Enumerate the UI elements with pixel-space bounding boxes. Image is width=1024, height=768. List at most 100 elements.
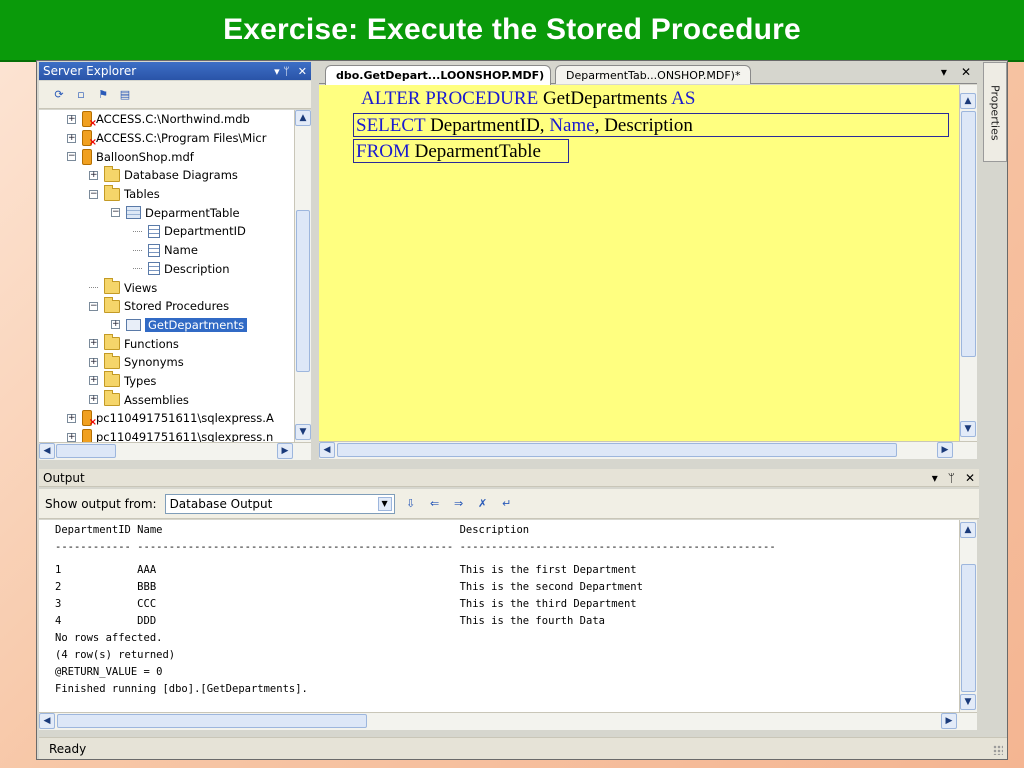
folder-icon <box>104 390 120 407</box>
server-explorer-toolbar: ⟳ ▫ ⚑ ▤ <box>39 81 311 109</box>
expand-icon[interactable]: + <box>89 357 98 367</box>
dropdown-arrow-icon[interactable]: ▼ <box>377 496 392 511</box>
tree-node[interactable]: + Database Diagrams <box>39 165 294 185</box>
expand-icon[interactable]: + <box>89 376 98 386</box>
tree-node-label: ACCESS.C:\Program Files\Micr <box>96 131 267 146</box>
tab-menu-icon[interactable]: ▾ <box>941 65 947 79</box>
scroll-down-icon[interactable]: ▼ <box>960 694 976 710</box>
pin-icon[interactable]: ▾ ᛘ <box>274 65 290 78</box>
pin-icon[interactable]: ᛘ <box>948 471 955 485</box>
tree-node[interactable]: − Tables <box>39 184 294 204</box>
word-wrap-icon[interactable]: ↵ <box>499 496 515 512</box>
output-horizontal-scrollbar[interactable]: ◀ ▶ <box>39 712 977 730</box>
sql-editor[interactable]: ALTER PROCEDURE GetDepartments AS SELECT … <box>319 85 959 455</box>
find-next-icon[interactable]: ⇒ <box>451 496 467 512</box>
tree-vertical-scrollbar[interactable]: ▲ ▼ <box>294 110 311 442</box>
output-line: Finished running [dbo].[GetDepartments]. <box>55 683 308 695</box>
tree-node[interactable]: + Types <box>39 371 294 391</box>
scroll-thumb[interactable] <box>296 210 310 372</box>
output-line: 3 CCC This is the third Department <box>55 598 637 610</box>
close-document-icon[interactable]: ✕ <box>961 65 971 79</box>
tree-node-label: Assemblies <box>124 392 189 407</box>
tree-node[interactable]: + pc110491751611\sqlexpress.n <box>39 428 294 442</box>
output-source-select[interactable]: Database Output ▼ <box>164 493 395 514</box>
scroll-thumb[interactable] <box>961 564 976 692</box>
expand-icon[interactable]: + <box>89 395 98 405</box>
tree-node[interactable]: + Assemblies <box>39 390 294 409</box>
go-to-message-icon[interactable]: ⇩ <box>403 496 419 512</box>
properties-side-tab[interactable]: Properties <box>983 62 1007 162</box>
tree-node[interactable]: + Synonyms <box>39 352 294 372</box>
scroll-up-icon[interactable]: ▲ <box>295 110 311 126</box>
tab-table[interactable]: DeparmentTab...ONSHOP.MDF)* <box>555 65 751 84</box>
output-vertical-scrollbar[interactable]: ▲ ▼ <box>959 520 977 712</box>
editor-horizontal-scrollbar[interactable]: ◀ ▶ <box>319 441 977 459</box>
tree-node[interactable]: + × ACCESS.C:\Northwind.mdb <box>39 110 294 129</box>
scroll-thumb[interactable] <box>57 714 367 728</box>
connect-to-database-icon[interactable]: ⚑ <box>95 87 111 103</box>
code-line[interactable]: SELECT DepartmentID, Name, Description <box>353 113 949 137</box>
output-titlebar: Output ▾ ᛘ ✕ <box>39 469 979 487</box>
tree-connector <box>133 268 142 270</box>
scroll-right-icon[interactable]: ▶ <box>941 713 957 729</box>
scroll-right-icon[interactable]: ▶ <box>937 442 953 458</box>
tree-node-label: Stored Procedures <box>124 299 230 314</box>
stop-icon[interactable]: ▫ <box>73 87 89 103</box>
collapse-icon[interactable]: − <box>111 208 120 218</box>
output-line: ------------ ---------------------------… <box>55 541 776 553</box>
clear-all-icon[interactable]: ✗ <box>475 496 491 512</box>
scroll-left-icon[interactable]: ◀ <box>319 442 335 458</box>
collapse-icon[interactable]: − <box>89 189 98 199</box>
resize-grip-icon[interactable] <box>993 745 1003 755</box>
tree-node[interactable]: Name <box>39 241 294 260</box>
scroll-right-icon[interactable]: ▶ <box>277 443 293 459</box>
scroll-thumb[interactable] <box>56 444 116 458</box>
expand-icon[interactable]: + <box>67 114 76 124</box>
tree-node[interactable]: + × ACCESS.C:\Program Files\Micr <box>39 129 294 148</box>
scroll-down-icon[interactable]: ▼ <box>960 421 976 437</box>
status-text: Ready <box>49 741 87 756</box>
expand-icon[interactable]: + <box>67 413 76 423</box>
tree-node[interactable]: − Stored Procedures <box>39 296 294 316</box>
tree-horizontal-scrollbar[interactable]: ◀ ▶ <box>39 442 311 460</box>
code-line[interactable]: ALTER PROCEDURE GetDepartments AS <box>361 87 695 111</box>
tree-node[interactable]: DepartmentID <box>39 222 294 241</box>
scroll-thumb[interactable] <box>961 111 976 357</box>
output-toolbar: Show output from: Database Output ▼ ⇩ ⇐ … <box>39 489 979 519</box>
tree-node[interactable]: + Functions <box>39 334 294 353</box>
refresh-icon[interactable]: ⟳ <box>51 87 67 103</box>
table-icon <box>126 206 141 220</box>
editor-vertical-scrollbar[interactable]: ▲ ▼ <box>959 85 977 455</box>
output-title: Output <box>43 470 85 485</box>
expand-icon[interactable]: + <box>89 170 98 180</box>
tree-node[interactable]: Description <box>39 260 294 279</box>
sql-text: GetDepartments <box>538 88 672 109</box>
scroll-up-icon[interactable]: ▲ <box>960 522 976 538</box>
collapse-icon[interactable]: − <box>89 301 98 311</box>
output-menu-icon[interactable]: ▾ <box>932 471 938 485</box>
status-bar: Ready <box>39 737 1007 759</box>
scroll-thumb[interactable] <box>337 443 897 457</box>
server-explorer-titlebar: Server Explorer ▾ ᛘ ✕ <box>39 62 311 80</box>
tree-node[interactable]: Views <box>39 278 294 297</box>
expand-icon[interactable]: + <box>67 432 76 442</box>
scroll-left-icon[interactable]: ◀ <box>39 443 55 459</box>
scroll-down-icon[interactable]: ▼ <box>295 424 311 440</box>
tab-procedure[interactable]: dbo.GetDepart...LOONSHOP.MDF) <box>325 65 551 85</box>
tree-node[interactable]: − DeparmentTable <box>39 203 294 222</box>
expand-icon[interactable]: + <box>67 133 76 143</box>
find-previous-icon[interactable]: ⇐ <box>427 496 443 512</box>
expand-icon[interactable]: + <box>89 339 98 349</box>
close-icon[interactable]: ✕ <box>965 471 975 485</box>
close-icon[interactable]: ✕ <box>298 65 307 78</box>
connect-to-server-icon[interactable]: ▤ <box>117 87 133 103</box>
sql-text: , Description <box>594 115 693 136</box>
scroll-up-icon[interactable]: ▲ <box>960 93 976 109</box>
tree-node[interactable]: − BalloonShop.mdf <box>39 147 294 166</box>
tree-node[interactable]: + GetDepartments <box>39 316 294 335</box>
tree-node[interactable]: + × pc110491751611\sqlexpress.A <box>39 409 294 428</box>
code-line[interactable]: FROM DeparmentTable <box>353 139 569 163</box>
scroll-left-icon[interactable]: ◀ <box>39 713 55 729</box>
expand-icon[interactable]: + <box>111 320 120 330</box>
collapse-icon[interactable]: − <box>67 152 76 162</box>
